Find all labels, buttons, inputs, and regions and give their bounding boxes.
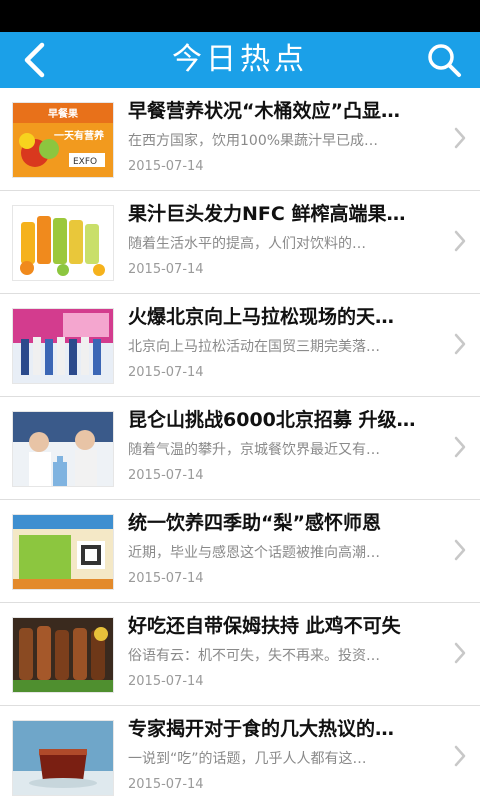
- status-bar: [0, 0, 480, 32]
- news-summary: 随着气温的攀升，京城餐饮界最近又有…: [128, 442, 380, 458]
- news-item[interactable]: 果汁巨头发力NFC 鲜榨高端果… 随着生活水平的提高，人们对饮料的… 2015-…: [0, 191, 480, 294]
- news-summary: 俗语有云：机不可失，失不再来。投资…: [128, 648, 380, 664]
- news-summary: 一说到“吃”的话题，几乎人人都有这…: [128, 751, 367, 767]
- news-date: 2015-07-14: [128, 262, 204, 277]
- news-item[interactable]: 专家揭开对于食的几大热议的… 一说到“吃”的话题，几乎人人都有这… 2015-0…: [0, 706, 480, 800]
- chevron-right-icon: [454, 642, 466, 664]
- news-thumbnail: [12, 514, 114, 590]
- news-item[interactable]: EXFO 早餐果 一天有营养 早餐营养状况“木桶效应”凸显… 在西方国家，饮用1…: [0, 88, 480, 191]
- chevron-right-icon: [454, 333, 466, 355]
- news-title: 专家揭开对于食的几大热议的…: [128, 718, 395, 740]
- news-date: 2015-07-14: [128, 674, 204, 689]
- news-thumbnail: EXFO 早餐果 一天有营养: [12, 102, 114, 178]
- page-title: 今日热点: [172, 42, 308, 77]
- chevron-right-icon: [454, 745, 466, 767]
- chevron-right-icon: [454, 127, 466, 149]
- news-list: EXFO 早餐果 一天有营养 早餐营养状况“木桶效应”凸显… 在西方国家，饮用1…: [0, 88, 480, 800]
- svg-text:一天有营养: 一天有营养: [54, 129, 105, 142]
- news-title: 火爆北京向上马拉松现场的天…: [128, 306, 395, 328]
- news-title: 统一饮养四季助“梨”感怀师恩: [128, 512, 381, 534]
- news-thumbnail: [12, 720, 114, 796]
- news-thumbnail: [12, 411, 114, 487]
- svg-text:早餐果: 早餐果: [48, 107, 79, 120]
- news-title: 昆仑山挑战6000北京招募 升级…: [128, 409, 416, 431]
- news-summary: 近期，毕业与感恩这个话题被推向高潮…: [128, 545, 380, 561]
- news-thumbnail: [12, 205, 114, 281]
- search-icon: [428, 44, 461, 77]
- news-date: 2015-07-14: [128, 159, 204, 174]
- search-button[interactable]: [422, 40, 466, 80]
- app-header: 今日热点: [0, 32, 480, 88]
- chevron-right-icon: [454, 230, 466, 252]
- news-title: 好吃还自带保姆扶持 此鸡不可失: [128, 615, 401, 637]
- svg-text:EXFO: EXFO: [73, 157, 97, 167]
- news-date: 2015-07-14: [128, 777, 204, 792]
- news-summary: 北京向上马拉松活动在国贸三期完美落…: [128, 339, 380, 355]
- news-item[interactable]: 好吃还自带保姆扶持 此鸡不可失 俗语有云：机不可失，失不再来。投资… 2015-…: [0, 603, 480, 706]
- news-item[interactable]: 统一饮养四季助“梨”感怀师恩 近期，毕业与感恩这个话题被推向高潮… 2015-0…: [0, 500, 480, 603]
- chevron-right-icon: [454, 436, 466, 458]
- news-date: 2015-07-14: [128, 571, 204, 586]
- news-summary: 在西方国家，饮用100%果蔬汁早已成…: [128, 133, 379, 149]
- news-item[interactable]: 昆仑山挑战6000北京招募 升级… 随着气温的攀升，京城餐饮界最近又有… 201…: [0, 397, 480, 500]
- news-summary: 随着生活水平的提高，人们对饮料的…: [128, 236, 366, 252]
- news-item[interactable]: 火爆北京向上马拉松现场的天… 北京向上马拉松活动在国贸三期完美落… 2015-0…: [0, 294, 480, 397]
- news-thumbnail: [12, 617, 114, 693]
- news-title: 果汁巨头发力NFC 鲜榨高端果…: [128, 203, 406, 225]
- news-date: 2015-07-14: [128, 365, 204, 380]
- news-date: 2015-07-14: [128, 468, 204, 483]
- news-thumbnail: [12, 308, 114, 384]
- chevron-right-icon: [454, 539, 466, 561]
- news-title: 早餐营养状况“木桶效应”凸显…: [128, 100, 400, 122]
